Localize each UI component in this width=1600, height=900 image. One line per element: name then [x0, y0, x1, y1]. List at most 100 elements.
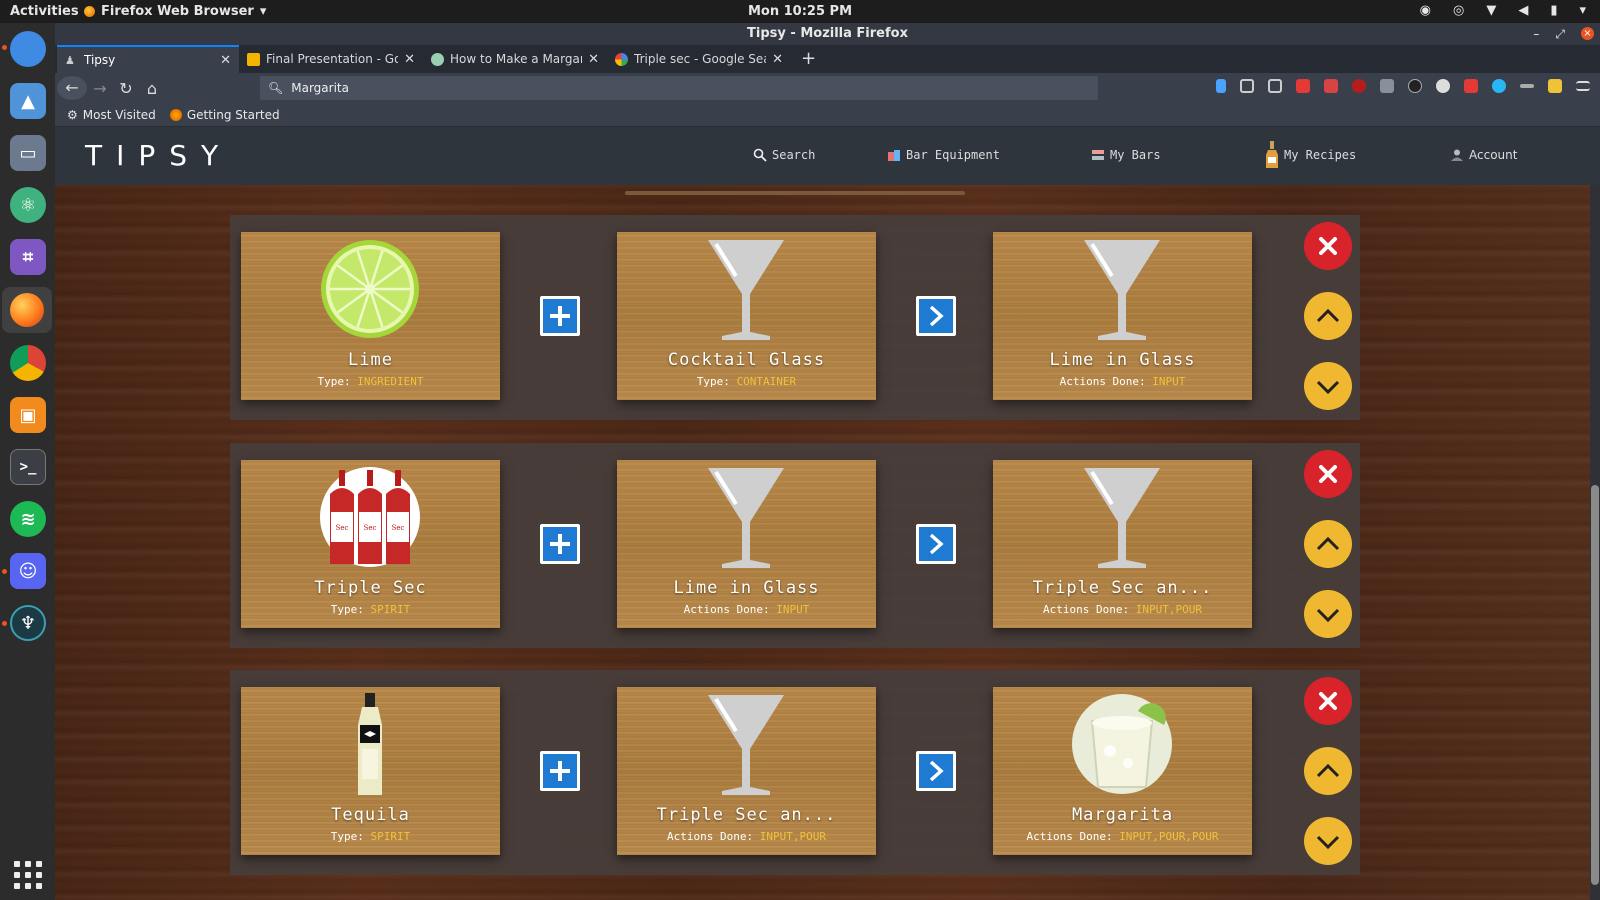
- move-step-down-button[interactable]: [1304, 817, 1352, 865]
- back-button[interactable]: ←: [57, 76, 87, 100]
- move-step-up-button[interactable]: [1304, 292, 1352, 340]
- terminal-icon[interactable]: >_: [10, 449, 46, 485]
- mail-app-icon[interactable]: [10, 31, 46, 67]
- close-tab-icon[interactable]: ✕: [588, 52, 599, 67]
- extension-stack-icon[interactable]: [1324, 79, 1338, 93]
- youtube-extension-icon[interactable]: [1464, 79, 1478, 93]
- vmware-icon[interactable]: ▣: [10, 397, 46, 433]
- url-bar-value: Margarita: [291, 81, 349, 95]
- nav-my-recipes[interactable]: My Recipes: [1265, 141, 1356, 169]
- add-operator-button[interactable]: [540, 524, 580, 564]
- result-arrow-button[interactable]: [916, 296, 956, 336]
- reload-button[interactable]: ↻: [113, 79, 139, 98]
- minimize-icon[interactable]: –: [1533, 23, 1539, 45]
- result-card[interactable]: Margarita Actions Done: INPUT,POUR,POUR: [993, 687, 1252, 855]
- result-arrow-button[interactable]: [916, 751, 956, 791]
- chevron-down-icon[interactable]: ▾: [1579, 3, 1586, 18]
- move-step-up-button[interactable]: [1304, 747, 1352, 795]
- result-arrow-button[interactable]: [916, 524, 956, 564]
- add-operator-button[interactable]: [540, 296, 580, 336]
- glass-image: [696, 236, 796, 342]
- discord-tray-icon[interactable]: ◉: [1420, 3, 1431, 18]
- delete-step-button[interactable]: [1304, 222, 1352, 270]
- atom-editor-icon[interactable]: ⚛: [10, 187, 46, 223]
- delete-step-button[interactable]: [1304, 677, 1352, 725]
- nav-label: Search: [772, 148, 816, 162]
- close-tab-icon[interactable]: ✕: [772, 52, 783, 67]
- gitkraken-icon[interactable]: ♆: [10, 605, 46, 641]
- screenshot-crop-icon[interactable]: ⌗: [10, 239, 46, 275]
- close-tab-icon[interactable]: ✕: [220, 53, 231, 68]
- add-operator-button[interactable]: [540, 751, 580, 791]
- dock: ▲ ▭ ⚛ ⌗ ▣ >_ ≋ ☺ ♆: [0, 23, 55, 900]
- restore-icon[interactable]: ⤢: [1555, 23, 1565, 45]
- tab-final-presentation[interactable]: Final Presentation - Goo ✕: [239, 45, 423, 73]
- result-card[interactable]: Lime in Glass Actions Done: INPUT: [993, 232, 1252, 400]
- card-meta-label: Actions Done:: [1043, 603, 1130, 616]
- volume-icon[interactable]: ◀: [1518, 3, 1528, 18]
- image-viewer-icon[interactable]: ▲: [10, 83, 46, 119]
- delete-step-button[interactable]: [1304, 450, 1352, 498]
- bookmark-most-visited[interactable]: ⚙ Most Visited: [67, 108, 156, 122]
- url-bar[interactable]: 🔍︎ Margarita: [260, 76, 1098, 100]
- downloads-icon[interactable]: [1216, 79, 1226, 93]
- wifi-icon[interactable]: ▼: [1486, 3, 1496, 18]
- input-card[interactable]: Sec Sec Sec Triple Sec Type: SPIRIT: [241, 460, 500, 628]
- extension-dark-icon[interactable]: [1408, 79, 1422, 93]
- input-card[interactable]: Tequila Type: SPIRIT: [241, 687, 500, 855]
- bookmark-getting-started[interactable]: Getting Started: [169, 108, 280, 122]
- storage-app-icon[interactable]: ▭: [10, 135, 46, 171]
- library-icon[interactable]: [1240, 79, 1254, 93]
- extension-red-icon[interactable]: [1296, 79, 1310, 93]
- hamburger-menu-icon[interactable]: [1576, 81, 1590, 91]
- nav-my-bars[interactable]: My Bars: [1091, 148, 1161, 162]
- status-tray-icon[interactable]: ◎: [1453, 3, 1464, 18]
- svg-text:Sec: Sec: [336, 524, 349, 532]
- ublock-icon[interactable]: [1352, 79, 1366, 93]
- discord-icon[interactable]: ☺: [10, 553, 46, 589]
- move-step-down-button[interactable]: [1304, 362, 1352, 410]
- result-card[interactable]: Triple Sec an... Actions Done: INPUT,POUR: [993, 460, 1252, 628]
- card-meta-label: Actions Done:: [1026, 830, 1113, 843]
- extension-ghost-icon[interactable]: [1436, 79, 1450, 93]
- chevron-down-icon: [1316, 835, 1340, 850]
- container-card[interactable]: Triple Sec an... Actions Done: INPUT,POUR: [617, 687, 876, 855]
- extension-gray-icon[interactable]: [1380, 79, 1394, 93]
- tipsy-logo[interactable]: TIPSY: [85, 139, 232, 172]
- new-tab-button[interactable]: +: [791, 45, 826, 73]
- container-card[interactable]: Cocktail Glass Type: CONTAINER: [617, 232, 876, 400]
- move-step-down-button[interactable]: [1304, 590, 1352, 638]
- extension-more-icon[interactable]: [1520, 84, 1534, 88]
- page-scrollbar[interactable]: [1590, 185, 1600, 900]
- home-button[interactable]: ⌂: [139, 79, 165, 98]
- close-icon: [1319, 692, 1337, 710]
- tab-how-to-make-margarita[interactable]: How to Make a Margarit ✕: [423, 45, 607, 73]
- chevron-right-icon: [929, 760, 944, 782]
- tab-triple-sec-search[interactable]: Triple sec - Google Searc ✕: [607, 45, 791, 73]
- show-apps-icon[interactable]: [14, 861, 42, 889]
- svg-text:Sec: Sec: [364, 524, 377, 532]
- input-card[interactable]: Lime Type: INGREDIENT: [241, 232, 500, 400]
- battery-icon[interactable]: ▮: [1550, 3, 1557, 18]
- close-window-icon[interactable]: ×: [1581, 27, 1594, 40]
- card-meta-value: SPIRIT: [370, 830, 411, 843]
- nav-bar-equipment[interactable]: Bar Equipment: [887, 148, 1000, 162]
- scrollbar-thumb[interactable]: [1591, 485, 1599, 885]
- extension-yellow-icon[interactable]: [1548, 79, 1562, 93]
- tab-title: Final Presentation - Goo: [266, 52, 399, 66]
- container-card[interactable]: Lime in Glass Actions Done: INPUT: [617, 460, 876, 628]
- glass-image: [1072, 464, 1172, 570]
- spotify-icon[interactable]: ≋: [10, 501, 46, 537]
- react-devtools-icon[interactable]: [1492, 79, 1506, 93]
- move-step-up-button[interactable]: [1304, 520, 1352, 568]
- sidebar-icon[interactable]: [1268, 79, 1282, 93]
- clock[interactable]: Mon 10:25 PM: [0, 4, 1600, 19]
- chrome-icon[interactable]: [10, 345, 46, 381]
- close-tab-icon[interactable]: ✕: [404, 52, 415, 67]
- forward-button[interactable]: →: [87, 79, 113, 98]
- system-tray[interactable]: ◉ ◎ ▼ ◀ ▮ ▾: [1420, 3, 1586, 18]
- nav-search[interactable]: Search: [753, 148, 815, 162]
- firefox-dock-icon[interactable]: [2, 287, 52, 333]
- nav-account[interactable]: Account: [1450, 148, 1517, 162]
- tab-tipsy[interactable]: ♟ Tipsy ✕: [57, 45, 239, 73]
